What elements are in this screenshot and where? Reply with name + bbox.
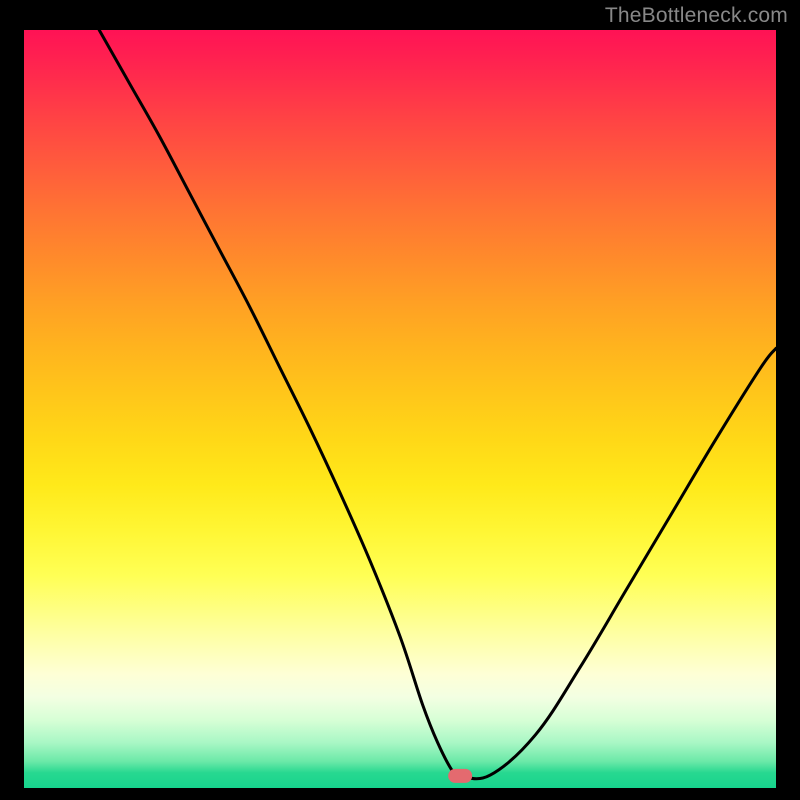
- optimal-marker: [24, 30, 776, 788]
- plot-area: [24, 30, 776, 788]
- chart-stage: TheBottleneck.com: [0, 0, 800, 800]
- watermark-label: TheBottleneck.com: [605, 4, 788, 28]
